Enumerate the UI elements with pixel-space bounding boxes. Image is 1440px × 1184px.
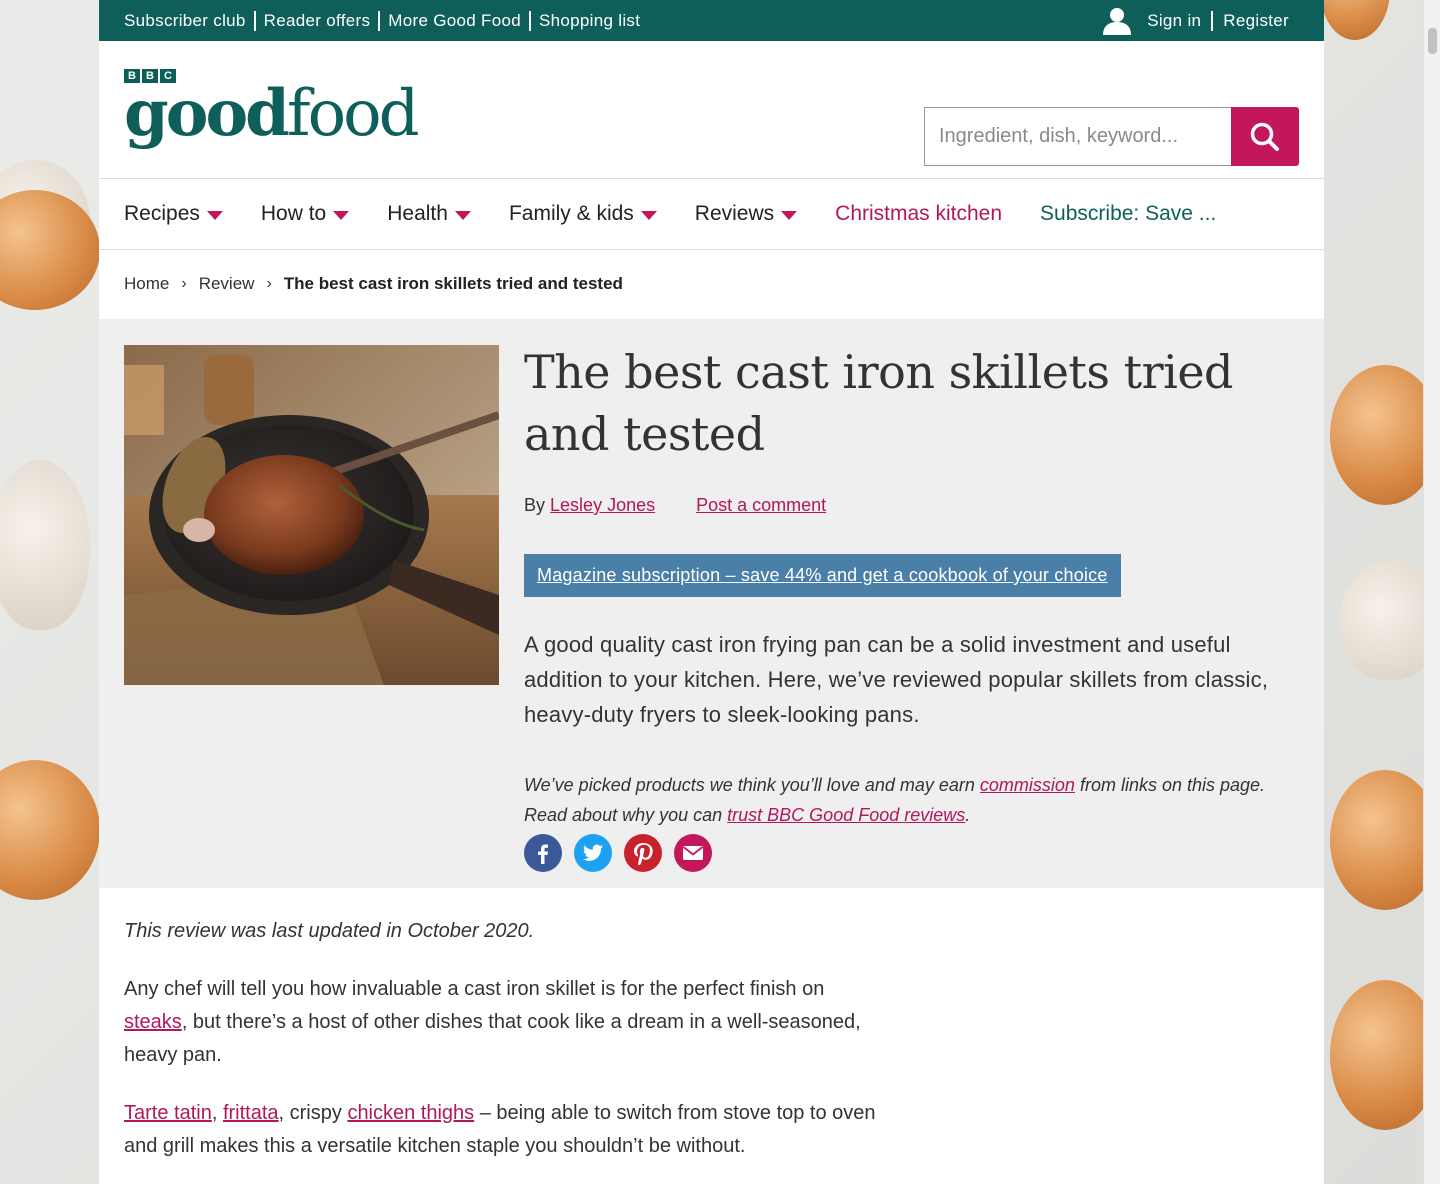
sign-in-link[interactable]: Sign in (1137, 11, 1211, 31)
post-comment-link[interactable]: Post a comment (696, 495, 826, 515)
nav-label: Family & kids (508, 202, 634, 225)
scrollbar[interactable] (1423, 0, 1440, 1184)
skillet-steak-image (124, 345, 499, 685)
logo-good: good (124, 76, 290, 151)
nav-label: Recipes (124, 202, 200, 225)
search-icon (1250, 122, 1279, 151)
byline: By Lesley Jones Post a comment (524, 495, 1304, 516)
article-hero: The best cast iron skillets tried and te… (99, 319, 1324, 888)
caret-down-icon (781, 210, 798, 220)
disclaimer-text: . (965, 805, 971, 825)
nav-health[interactable]: Health (387, 202, 471, 226)
trust-reviews-link[interactable]: trust BBC Good Food reviews (727, 805, 965, 825)
nav-recipes[interactable]: Recipes (124, 202, 223, 226)
tarte-tatin-link[interactable]: Tarte tatin (124, 1102, 212, 1124)
egg-decoration (1320, 0, 1390, 40)
body-paragraph: Tarte tatin, frittata, crispy chicken th… (124, 1097, 884, 1163)
user-icon[interactable] (1101, 7, 1133, 35)
nav-reviews[interactable]: Reviews (694, 202, 798, 226)
body-text: , (211, 1102, 218, 1124)
last-updated-note: This review was last updated in October … (124, 920, 535, 942)
affiliate-disclaimer: We’ve picked products we think you’ll lo… (524, 770, 1304, 830)
breadcrumb-review[interactable]: Review (199, 274, 255, 294)
byline-by: By (524, 495, 546, 515)
caret-down-icon (454, 210, 471, 220)
nav-label: Reviews (694, 202, 775, 225)
account-links: Sign in Register (1101, 7, 1299, 35)
search-button[interactable] (1231, 107, 1299, 166)
chevron-right-icon: › (266, 275, 272, 292)
page-container: Subscriber club Reader offers More Good … (99, 0, 1324, 1184)
breadcrumb-current: The best cast iron skillets tried and te… (283, 274, 623, 293)
scrollbar-thumb[interactable] (1428, 28, 1437, 54)
breadcrumb: Home › Review › The best cast iron skill… (124, 250, 623, 318)
chevron-right-icon: › (181, 275, 187, 292)
body-text: , crispy (278, 1102, 342, 1124)
search-input[interactable] (924, 107, 1231, 166)
nav-how-to[interactable]: How to (260, 202, 350, 226)
register-link[interactable]: Register (1213, 11, 1299, 31)
twitter-icon (582, 844, 604, 861)
facebook-share-button[interactable] (524, 834, 562, 872)
nav-label: Health (387, 202, 448, 225)
subscriber-club-link[interactable]: Subscriber club (124, 11, 254, 31)
twitter-share-button[interactable] (574, 834, 612, 872)
logo-wordmark: goodfood (124, 76, 420, 151)
body-text: , but there’s a host of other dishes tha… (124, 1011, 861, 1066)
logo-food: food (286, 77, 420, 151)
nav-label: How to (260, 202, 327, 225)
more-good-food-link[interactable]: More Good Food (380, 11, 529, 31)
disclaimer-text: We’ve picked products we think you’ll lo… (524, 775, 975, 795)
eggshell-decoration (0, 460, 90, 630)
body-paragraph: Any chef will tell you how invaluable a … (124, 973, 884, 1072)
shopping-list-link[interactable]: Shopping list (531, 11, 648, 31)
chicken-thighs-link[interactable]: chicken thighs (347, 1102, 474, 1124)
email-icon (682, 846, 704, 860)
caret-down-icon (333, 210, 350, 220)
top-links: Subscriber club Reader offers More Good … (124, 10, 648, 31)
nav-family-kids[interactable]: Family & kids (509, 202, 657, 226)
body-text: Any chef will tell you how invaluable a … (124, 978, 825, 1000)
nav-christmas-kitchen[interactable]: Christmas kitchen (835, 202, 1002, 226)
share-buttons (524, 834, 1304, 872)
steaks-link[interactable]: steaks (124, 1011, 182, 1033)
breadcrumb-home[interactable]: Home (124, 274, 169, 294)
top-bar: Subscriber club Reader offers More Good … (99, 0, 1324, 41)
article-lead: A good quality cast iron frying pan can … (524, 632, 1269, 727)
frittata-link[interactable]: frittata (223, 1102, 279, 1124)
nav-subscribe[interactable]: Subscribe: Save ... (1040, 202, 1216, 226)
author-link[interactable]: Lesley Jones (550, 495, 655, 515)
reader-offers-link[interactable]: Reader offers (256, 11, 379, 31)
pinterest-icon (634, 843, 653, 865)
search-form (924, 107, 1299, 166)
caret-down-icon (640, 210, 657, 220)
article-title: The best cast iron skillets tried and te… (524, 345, 1234, 461)
facebook-icon (538, 844, 548, 864)
egg-decoration (0, 760, 100, 900)
email-share-button[interactable] (674, 834, 712, 872)
magazine-subscription-banner[interactable]: Magazine subscription – save 44% and get… (524, 554, 1121, 597)
pinterest-share-button[interactable] (624, 834, 662, 872)
caret-down-icon (206, 210, 223, 220)
main-nav: Recipes How to Health Family & kids Revi… (99, 178, 1324, 250)
article-header: The best cast iron skillets tried and te… (524, 341, 1304, 872)
commission-link[interactable]: commission (980, 775, 1075, 795)
site-header: B B C goodfood (99, 41, 1324, 179)
bbc-good-food-logo[interactable]: B B C goodfood (124, 69, 420, 151)
article-body: This review was last updated in October … (124, 915, 884, 1184)
